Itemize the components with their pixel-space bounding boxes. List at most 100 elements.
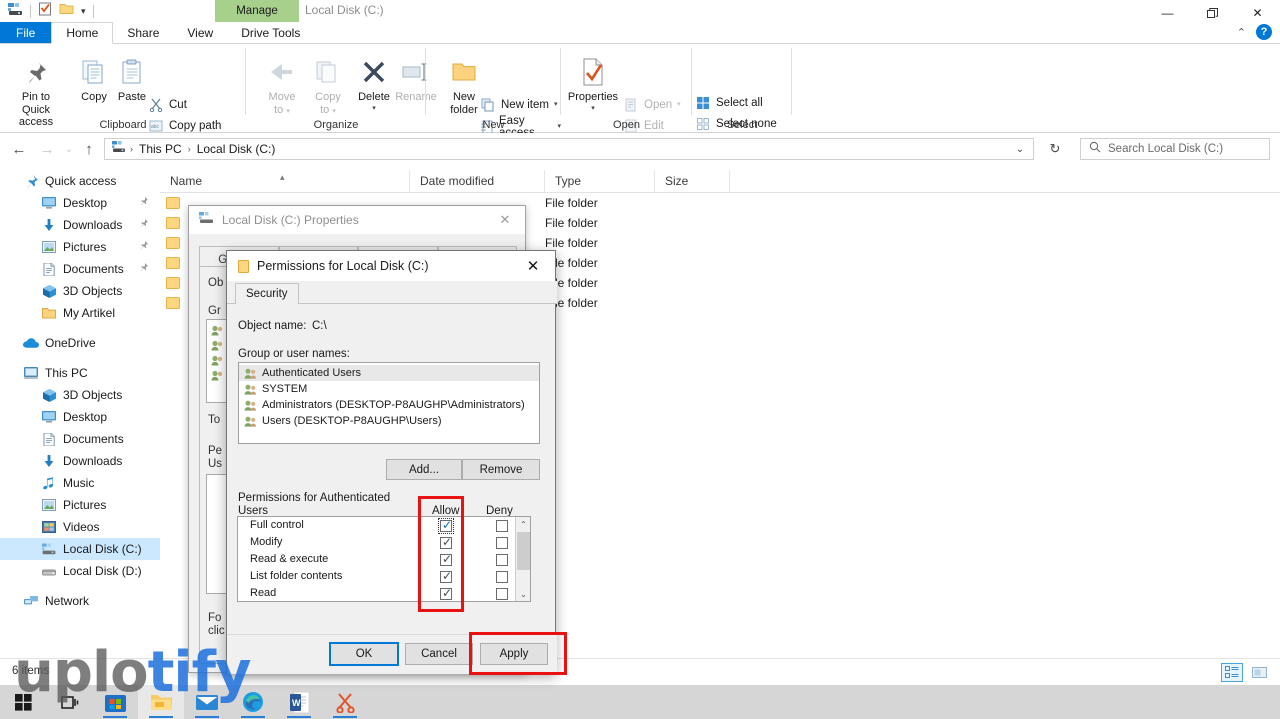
delete-x-icon	[361, 56, 387, 88]
sidebar-item-onedrive[interactable]: OneDrive	[0, 332, 160, 354]
pin-icon[interactable]	[139, 262, 148, 276]
customize-qat-icon[interactable]: ▾	[81, 6, 86, 17]
word-icon[interactable]: W	[276, 685, 322, 719]
tab-file[interactable]: File	[0, 22, 52, 44]
pin-icon[interactable]	[139, 196, 148, 210]
deny-checkbox[interactable]	[496, 520, 508, 532]
new-folder-qat-icon[interactable]	[59, 2, 74, 20]
column-header-date-modified[interactable]: Date modified	[410, 170, 545, 192]
sidebar-item-documents[interactable]: Documents	[0, 258, 160, 280]
deny-checkbox[interactable]	[496, 554, 508, 566]
deny-checkbox[interactable]	[496, 588, 508, 600]
list-item[interactable]: Users (DESKTOP-P8AUGHP\Users)	[239, 413, 539, 429]
column-header-size[interactable]: Size	[655, 170, 730, 192]
permissions-entries-table[interactable]: Full control ✓ Modify ✓ Read & execute ✓ List …	[237, 516, 531, 602]
permissions-dialog[interactable]: Permissions for Local Disk (C:) ✕ Securi…	[226, 250, 557, 674]
tab-share[interactable]: Share	[113, 22, 173, 44]
refresh-button[interactable]: ↻	[1044, 139, 1066, 159]
list-item[interactable]: Administrators (DESKTOP-P8AUGHP\Administ…	[239, 397, 539, 413]
pin-icon[interactable]	[139, 218, 148, 232]
search-input[interactable]: Search Local Disk (C:)	[1108, 143, 1223, 155]
tab-view[interactable]: View	[173, 22, 227, 44]
deny-checkbox[interactable]	[496, 571, 508, 583]
sidebar-item-pictures[interactable]: Pictures	[0, 494, 160, 516]
allow-checkbox[interactable]: ✓	[440, 553, 452, 566]
sidebar-item-desktop[interactable]: Desktop	[0, 192, 160, 214]
pin-to-quick-access-button[interactable]: Pin to Quick access	[8, 50, 64, 129]
permissions-scrollbar[interactable]: ⌃ ⌄	[515, 517, 530, 601]
scroll-up-button[interactable]: ⌃	[516, 517, 531, 531]
sidebar-item-music[interactable]: Music	[0, 472, 160, 494]
sidebar-item-this-pc[interactable]: This PC	[0, 362, 160, 384]
allow-checkbox[interactable]: ✓	[438, 518, 454, 534]
column-header-name[interactable]: Name ▴	[160, 170, 410, 192]
allow-checkbox[interactable]: ✓	[440, 570, 452, 583]
taskbar[interactable]: W	[0, 685, 1280, 719]
sidebar-item-desktop[interactable]: Desktop	[0, 406, 160, 428]
microsoft-store-icon[interactable]	[92, 685, 138, 719]
sidebar-item-my-artikel[interactable]: My Artikel	[0, 302, 160, 324]
recent-locations-button[interactable]: ⌄	[58, 139, 80, 159]
tab-home[interactable]: Home	[51, 22, 114, 44]
ok-button[interactable]: OK	[329, 642, 399, 666]
list-item[interactable]: Authenticated Users	[239, 365, 539, 381]
large-icons-view-button[interactable]	[1248, 663, 1270, 682]
allow-checkbox[interactable]: ✓	[440, 536, 452, 549]
remove-button[interactable]: Remove	[462, 459, 540, 480]
properties-close-button[interactable]: ✕	[485, 206, 525, 234]
properties-qat-icon[interactable]	[38, 2, 52, 21]
back-button[interactable]: ←	[8, 139, 30, 159]
properties-button[interactable]: Properties ▾	[565, 50, 621, 112]
apply-button[interactable]: Apply	[480, 643, 548, 665]
path-dropdown-button[interactable]: ⌄	[1009, 144, 1031, 155]
up-button[interactable]: ↑	[78, 139, 100, 159]
ribbon-collapse-icon[interactable]: ⌃	[1237, 26, 1246, 39]
forward-button[interactable]: →	[36, 139, 58, 159]
sidebar-item-local-disk-c[interactable]: Local Disk (C:)	[0, 538, 160, 560]
sidebar-item-3d-objects[interactable]: 3D Objects	[0, 280, 160, 302]
contextual-tab-manage[interactable]: Manage	[215, 0, 299, 22]
edge-icon[interactable]	[230, 685, 276, 719]
sidebar-item-network[interactable]: Network	[0, 590, 160, 612]
sidebar-item-pictures[interactable]: Pictures	[0, 236, 160, 258]
mail-icon[interactable]	[184, 685, 230, 719]
group-user-listbox[interactable]: Authenticated Users SYSTEM Administrators …	[238, 362, 540, 444]
breadcrumb-local-disk-c[interactable]: Local Disk (C:)	[193, 142, 280, 156]
navigation-pane[interactable]: Quick access Desktop Downloads Pictures Docu…	[0, 170, 160, 658]
breadcrumb-this-pc[interactable]: This PC	[135, 142, 186, 156]
allow-checkbox[interactable]: ✓	[440, 587, 452, 600]
select-all-button[interactable]: Select all	[695, 92, 763, 113]
sidebar-item-videos[interactable]: Videos	[0, 516, 160, 538]
pin-icon[interactable]	[139, 240, 148, 254]
sidebar-item-local-disk-d[interactable]: Local Disk (D:)	[0, 560, 160, 582]
start-icon[interactable]	[0, 685, 46, 719]
open-button[interactable]: Open ▾	[623, 94, 681, 115]
sidebar-item-quick-access[interactable]: Quick access	[0, 170, 160, 192]
cut-button[interactable]: Cut	[148, 94, 187, 115]
snipping-tool-icon[interactable]	[322, 685, 368, 719]
cancel-button[interactable]: Cancel	[405, 643, 473, 665]
sidebar-item-downloads[interactable]: Downloads	[0, 450, 160, 472]
sidebar-item-downloads[interactable]: Downloads	[0, 214, 160, 236]
breadcrumb-path-box[interactable]: › This PC › Local Disk (C:) ⌄	[104, 138, 1034, 160]
add-button[interactable]: Add...	[386, 459, 462, 480]
sidebar-item-3d-objects[interactable]: 3D Objects	[0, 384, 160, 406]
details-view-button[interactable]	[1221, 663, 1243, 682]
sidebar-item-documents[interactable]: Documents	[0, 428, 160, 450]
scrollbar-thumb[interactable]	[517, 532, 530, 570]
column-header-type[interactable]: Type	[545, 170, 655, 192]
search-box[interactable]: Search Local Disk (C:)	[1080, 138, 1270, 160]
task-view-icon[interactable]	[46, 685, 92, 719]
tab-security[interactable]: Security	[235, 283, 299, 304]
scroll-down-button[interactable]: ⌄	[516, 587, 531, 601]
file-explorer-icon[interactable]	[138, 685, 184, 719]
new-item-button[interactable]: New item ▾	[480, 94, 557, 115]
help-button[interactable]: ?	[1256, 24, 1272, 40]
explorer-system-icon[interactable]	[8, 2, 23, 21]
onedrive-icon	[22, 337, 40, 349]
sidebar-item-label: Pictures	[63, 240, 107, 254]
tab-drive-tools[interactable]: Drive Tools	[227, 22, 314, 44]
deny-checkbox[interactable]	[496, 537, 508, 549]
permissions-close-button[interactable]: ✕	[511, 251, 555, 281]
list-item[interactable]: SYSTEM	[239, 381, 539, 397]
